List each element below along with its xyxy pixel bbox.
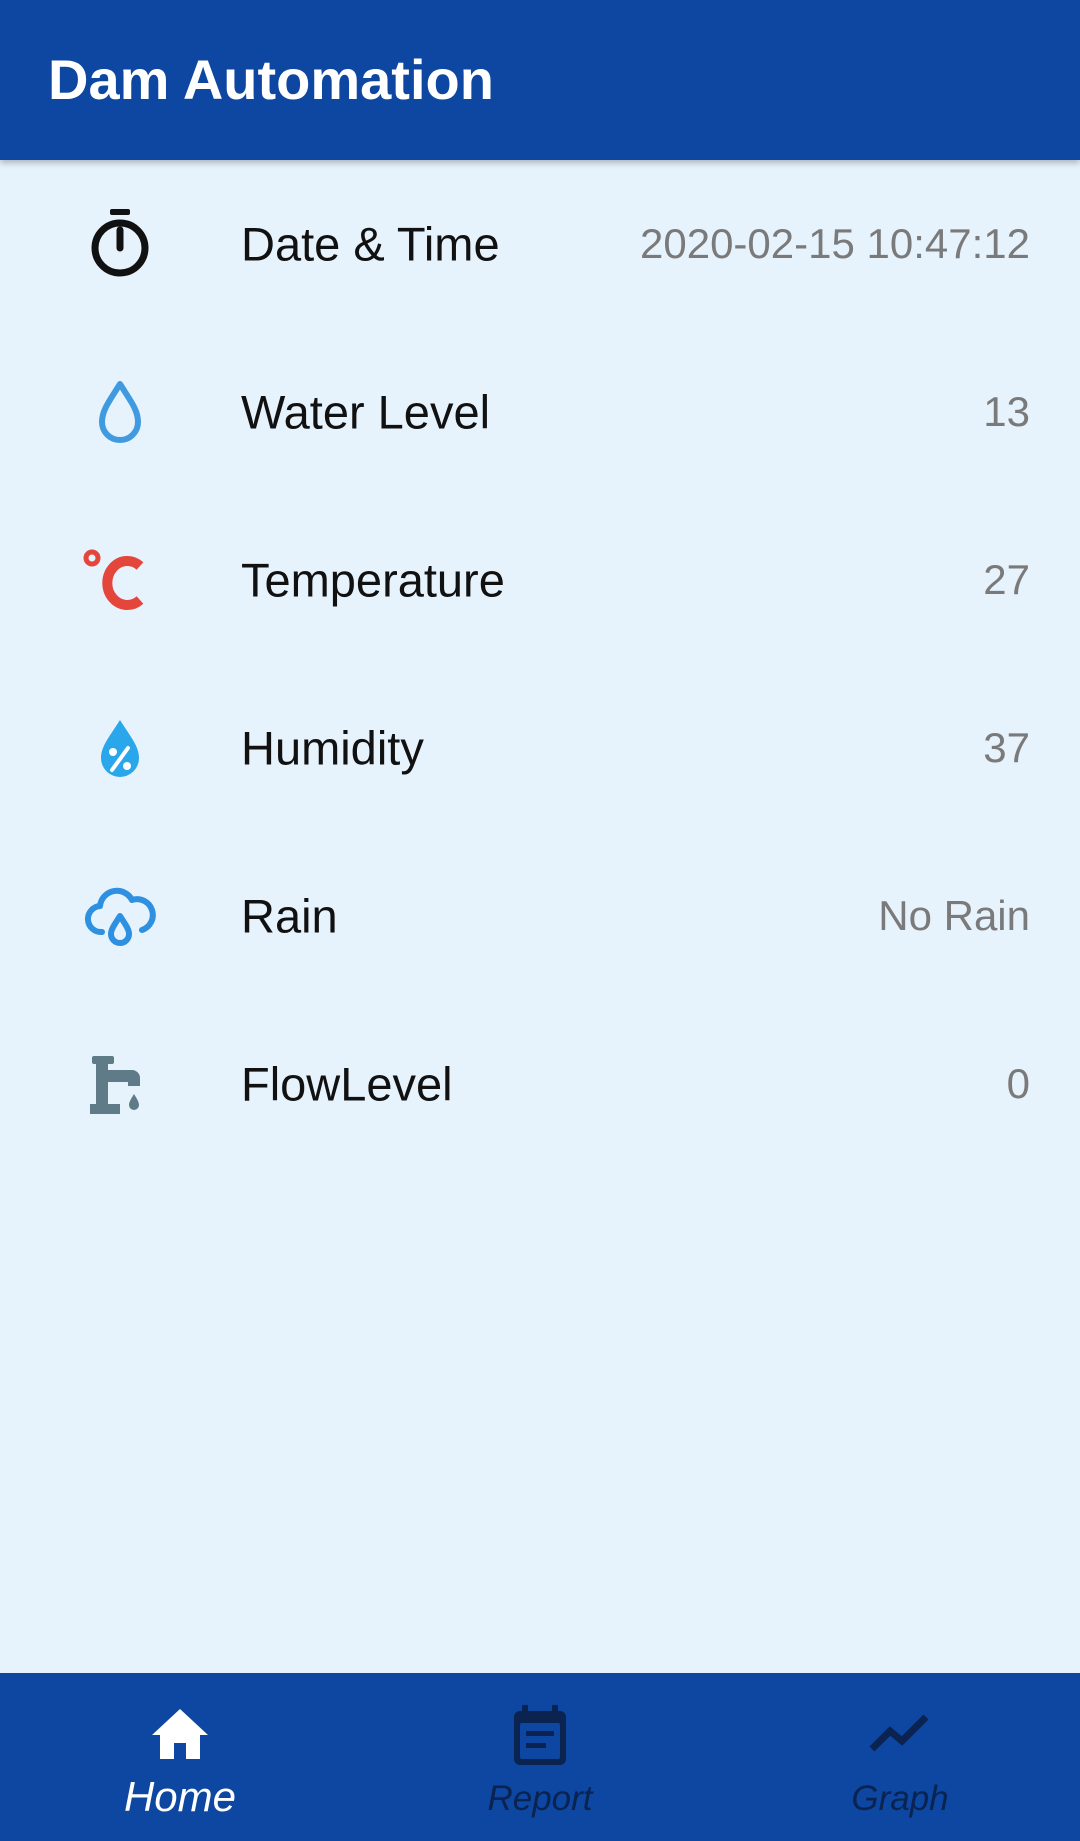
nav-report-label: Report [487,1779,593,1818]
reading-label: Date & Time [241,217,500,271]
reading-value: 0 [1006,1060,1030,1107]
nav-home[interactable]: Home [0,1673,360,1841]
reading-row-water-level: Water Level 13 [0,328,1080,496]
app-bar: Dam Automation [0,0,1080,160]
reading-label: Humidity [241,721,424,775]
app-title: Dam Automation [48,48,494,111]
reading-label: Water Level [241,385,491,439]
graph-icon [866,1701,934,1769]
water-tap-icon [80,1044,160,1124]
humidity-icon [80,708,160,788]
celsius-icon [80,540,160,620]
report-icon [506,1701,574,1769]
reading-value: 13 [983,388,1030,435]
reading-row-temperature: Temperature 27 [0,496,1080,664]
reading-label: Rain [241,889,338,943]
reading-row-rain: Rain No Rain [0,832,1080,1000]
nav-home-label: Home [123,1773,237,1820]
water-drop-icon [80,372,160,452]
reading-row-date-time: Date & Time 2020-02-15 10:47:12 [0,160,1080,328]
reading-row-humidity: Humidity 37 [0,664,1080,832]
reading-value: 27 [983,556,1030,603]
rain-cloud-icon [80,876,160,956]
nav-report[interactable]: Report [360,1673,720,1841]
reading-value: 2020-02-15 10:47:12 [640,220,1030,267]
readings-list: Date & Time 2020-02-15 10:47:12 Water Le… [0,160,1080,1168]
reading-label: Temperature [241,553,505,607]
reading-value: 37 [983,724,1030,771]
reading-value: No Rain [878,892,1030,939]
stopwatch-icon [80,204,160,284]
reading-label: FlowLevel [241,1057,453,1111]
bottom-navigation: Home Report Graph [0,1673,1080,1841]
home-icon [146,1701,214,1769]
reading-row-flow-level: FlowLevel 0 [0,1000,1080,1168]
nav-graph-label: Graph [851,1779,949,1818]
nav-graph[interactable]: Graph [720,1673,1080,1841]
